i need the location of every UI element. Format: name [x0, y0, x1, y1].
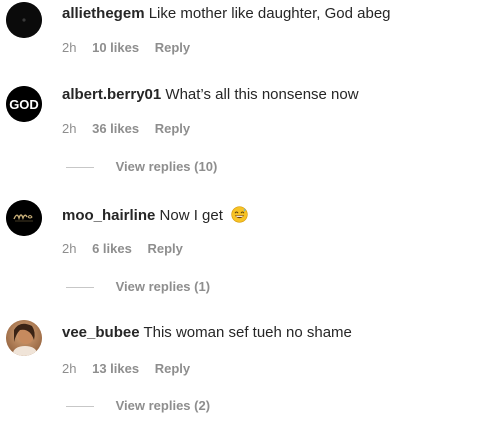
replies-divider: [66, 406, 94, 408]
comment-username[interactable]: moo_hairline: [62, 207, 155, 224]
comment-text-line: moo_hairline Now I get: [62, 206, 248, 225]
reply-button[interactable]: Reply: [155, 40, 190, 55]
avatar-text: GOD: [9, 97, 39, 112]
comment-body: Like mother like daughter, God abeg: [148, 5, 391, 22]
view-replies-button[interactable]: View replies (1): [116, 279, 210, 294]
god-avatar-icon: GOD: [6, 86, 42, 122]
comment-likes[interactable]: 13 likes: [92, 361, 139, 376]
dark-avatar-icon: [6, 2, 42, 38]
comment-likes[interactable]: 10 likes: [92, 40, 139, 55]
comment-meta: 2h 6 likes Reply: [62, 241, 195, 257]
comment-username[interactable]: vee_bubee: [62, 324, 140, 341]
user-avatar[interactable]: GOD: [6, 86, 42, 122]
comment-text-line: albert.berry01 What’s all this nonsense …: [62, 86, 359, 104]
reply-button[interactable]: Reply: [155, 361, 190, 376]
view-replies-button[interactable]: View replies (2): [116, 398, 210, 413]
replies-divider: [66, 167, 94, 169]
comment-body: Now I get: [159, 207, 223, 224]
comment-meta: 2h 13 likes Reply: [62, 361, 202, 377]
view-replies-row[interactable]: View replies (1): [66, 279, 210, 295]
comment-username[interactable]: alliethegem: [62, 5, 145, 22]
view-replies-row[interactable]: View replies (10): [66, 159, 217, 175]
comment-time: 2h: [62, 241, 77, 256]
logo-avatar-icon: [6, 200, 42, 236]
comment-meta: 2h 36 likes Reply: [62, 121, 202, 137]
reply-button[interactable]: Reply: [147, 241, 182, 256]
reply-button[interactable]: Reply: [155, 121, 190, 136]
comment-text-line: vee_bubee This woman sef tueh no shame: [62, 324, 352, 342]
comment-text-line: alliethegem Like mother like daughter, G…: [62, 5, 391, 23]
grinning-sweat-emoji-icon: [231, 206, 248, 223]
user-avatar[interactable]: [6, 200, 42, 236]
comment-likes[interactable]: 6 likes: [92, 241, 132, 256]
comment-likes[interactable]: 36 likes: [92, 121, 139, 136]
replies-divider: [66, 287, 94, 289]
user-avatar[interactable]: [6, 320, 42, 356]
comment-body: What’s all this nonsense now: [165, 86, 359, 103]
comment-body: This woman sef tueh no shame: [143, 324, 352, 341]
user-avatar[interactable]: [6, 2, 42, 38]
comment-time: 2h: [62, 121, 77, 136]
photo-avatar-icon: [6, 320, 42, 356]
view-replies-button[interactable]: View replies (10): [116, 159, 218, 174]
comment-meta: 2h 10 likes Reply: [62, 40, 202, 56]
comment-time: 2h: [62, 40, 77, 55]
comment-username[interactable]: albert.berry01: [62, 86, 161, 103]
comment-time: 2h: [62, 361, 77, 376]
view-replies-row[interactable]: View replies (2): [66, 398, 210, 414]
